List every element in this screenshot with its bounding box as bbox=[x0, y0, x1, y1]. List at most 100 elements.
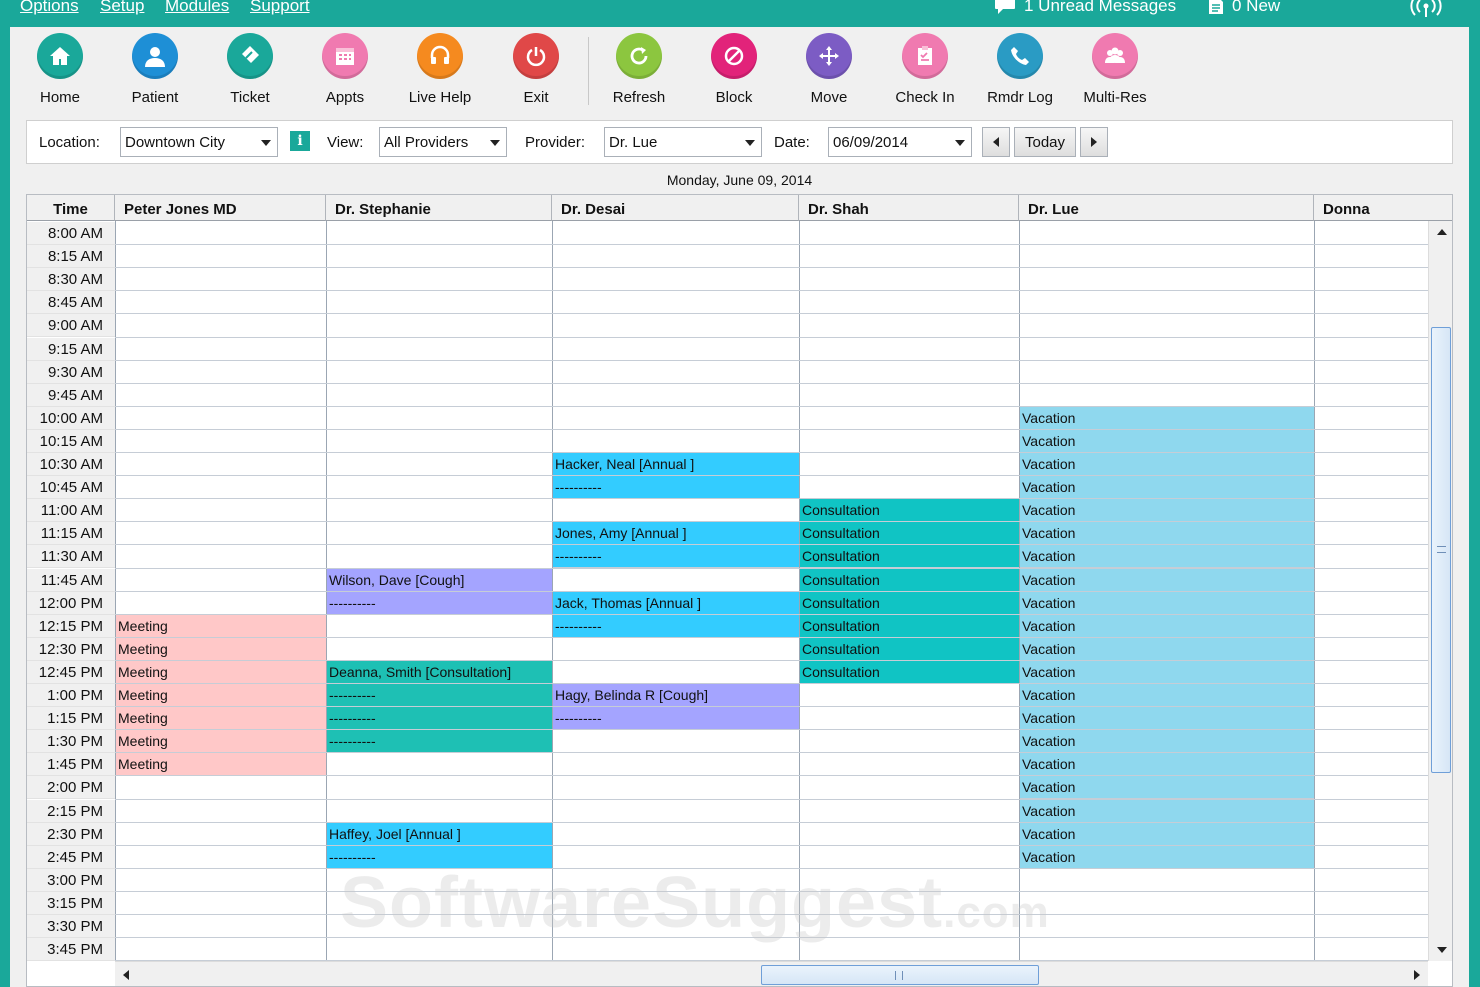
appointment-block[interactable]: Vacation bbox=[1020, 429, 1314, 453]
new-documents-link[interactable]: 0 New bbox=[1208, 0, 1280, 16]
appointment-block[interactable]: Vacation bbox=[1020, 660, 1314, 684]
appointment-block[interactable]: Meeting bbox=[116, 753, 326, 777]
appointment-block[interactable]: ---------- bbox=[553, 614, 799, 638]
time-slot-label: 10:15 AM bbox=[27, 429, 115, 453]
appointment-block[interactable]: Vacation bbox=[1020, 614, 1314, 638]
appointment-block[interactable]: ---------- bbox=[327, 684, 552, 707]
date-picker[interactable]: 06/09/2014 bbox=[828, 127, 972, 157]
appointment-block[interactable]: Consultation bbox=[800, 522, 1019, 546]
appointment-block[interactable]: Jones, Amy [Annual ] bbox=[553, 522, 799, 546]
menu-options[interactable]: Options bbox=[20, 0, 79, 16]
vertical-scroll-thumb[interactable] bbox=[1431, 327, 1451, 773]
refresh-button[interactable]: Refresh bbox=[594, 33, 684, 106]
move-icon bbox=[806, 33, 852, 79]
appointment-block[interactable]: Vacation bbox=[1020, 707, 1314, 731]
appointment-block[interactable]: Vacation bbox=[1020, 591, 1314, 615]
horizontal-scrollbar[interactable] bbox=[115, 961, 1428, 986]
appointment-block[interactable]: Vacation bbox=[1020, 476, 1314, 500]
appointment-block[interactable]: Meeting bbox=[116, 707, 326, 731]
appointment-block[interactable]: Consultation bbox=[800, 545, 1019, 569]
chat-bubble-icon bbox=[995, 0, 1015, 14]
menu-support[interactable]: Support bbox=[250, 0, 310, 16]
menu-setup[interactable]: Setup bbox=[100, 0, 144, 16]
appointment-block[interactable]: ---------- bbox=[327, 730, 552, 754]
appointment-block[interactable]: Vacation bbox=[1020, 799, 1314, 823]
menu-modules[interactable]: Modules bbox=[165, 0, 229, 16]
appointment-block[interactable]: Vacation bbox=[1020, 637, 1314, 661]
appointment-block[interactable]: Vacation bbox=[1020, 568, 1314, 592]
rmdr-log-button[interactable]: Rmdr Log bbox=[975, 33, 1065, 106]
ticket-button[interactable]: Ticket bbox=[205, 33, 295, 106]
scroll-up-icon[interactable] bbox=[1437, 229, 1447, 235]
appointment-block[interactable]: Hacker, Neal [Annual ] bbox=[553, 453, 799, 476]
appointment-block[interactable]: Consultation bbox=[800, 614, 1019, 638]
appointment-block[interactable]: Consultation bbox=[800, 637, 1019, 661]
appointment-block[interactable]: Meeting bbox=[116, 660, 326, 684]
appointment-block[interactable]: Consultation bbox=[800, 568, 1019, 592]
provider-header[interactable]: Dr. Shah bbox=[799, 195, 1019, 221]
today-button[interactable]: Today bbox=[1014, 127, 1076, 157]
appointment-block[interactable]: Deanna, Smith [Consultation] bbox=[327, 660, 552, 684]
time-slot-label: 10:00 AM bbox=[27, 406, 115, 430]
appointment-block[interactable]: Vacation bbox=[1020, 499, 1314, 523]
menu-bar: Options Setup Modules Support 1 Unread M… bbox=[0, 0, 1480, 27]
info-icon[interactable]: i bbox=[290, 131, 310, 151]
appointment-block[interactable]: Meeting bbox=[116, 684, 326, 707]
appointment-block[interactable]: ---------- bbox=[327, 707, 552, 731]
appointment-block[interactable]: Consultation bbox=[800, 591, 1019, 615]
appointment-block[interactable]: Vacation bbox=[1020, 822, 1314, 846]
provider-header[interactable]: Donna bbox=[1314, 195, 1452, 221]
home-button[interactable]: Home bbox=[15, 33, 105, 106]
provider-header[interactable]: Dr. Stephanie bbox=[326, 195, 552, 221]
patient-button[interactable]: Patient bbox=[110, 33, 200, 106]
appointment-block[interactable]: Hagy, Belinda R [Cough] bbox=[553, 684, 799, 707]
block-button[interactable]: Block bbox=[689, 33, 779, 106]
appointment-block[interactable]: Jack, Thomas [Annual ] bbox=[553, 591, 799, 615]
appointment-block[interactable]: ---------- bbox=[553, 707, 799, 731]
appointment-block[interactable]: Vacation bbox=[1020, 753, 1314, 777]
appointment-block[interactable]: Vacation bbox=[1020, 730, 1314, 754]
appointment-block[interactable]: Wilson, Dave [Cough] bbox=[327, 568, 552, 592]
chevron-down-icon bbox=[955, 140, 965, 146]
view-select[interactable]: All Providers bbox=[379, 127, 507, 157]
appointment-block[interactable]: Vacation bbox=[1020, 453, 1314, 476]
appointment-block[interactable]: Vacation bbox=[1020, 406, 1314, 430]
appointment-block[interactable]: ---------- bbox=[553, 476, 799, 500]
horizontal-scroll-thumb[interactable] bbox=[761, 965, 1039, 985]
vertical-scrollbar[interactable] bbox=[1428, 221, 1452, 961]
unread-messages-link[interactable]: 1 Unread Messages bbox=[994, 0, 1176, 16]
new-documents-text: 0 New bbox=[1232, 0, 1281, 15]
provider-header[interactable]: Dr. Lue bbox=[1019, 195, 1314, 221]
live-help-button[interactable]: Live Help bbox=[395, 33, 485, 106]
appointment-block[interactable]: Meeting bbox=[116, 730, 326, 754]
time-slot-label: 2:30 PM bbox=[27, 822, 115, 846]
provider-header[interactable]: Dr. Desai bbox=[552, 195, 799, 221]
row-divider bbox=[115, 937, 1428, 939]
appointment-block[interactable]: Vacation bbox=[1020, 684, 1314, 707]
appointment-block[interactable]: ---------- bbox=[327, 845, 552, 869]
appointment-block[interactable]: Consultation bbox=[800, 660, 1019, 684]
appointment-block[interactable]: ---------- bbox=[327, 591, 552, 615]
appointment-block[interactable]: Haffey, Joel [Annual ] bbox=[327, 822, 552, 846]
multi-res-button[interactable]: Multi-Res bbox=[1070, 33, 1160, 106]
location-select[interactable]: Downtown City bbox=[120, 127, 278, 157]
appointment-block[interactable]: Vacation bbox=[1020, 845, 1314, 869]
appointment-block[interactable]: Vacation bbox=[1020, 776, 1314, 800]
scroll-left-icon[interactable] bbox=[123, 970, 129, 980]
provider-select[interactable]: Dr. Lue bbox=[604, 127, 762, 157]
appointment-block[interactable]: ---------- bbox=[553, 545, 799, 569]
appointment-block[interactable]: Meeting bbox=[116, 614, 326, 638]
move-button[interactable]: Move bbox=[784, 33, 874, 106]
appointment-block[interactable]: Vacation bbox=[1020, 522, 1314, 546]
scroll-down-icon[interactable] bbox=[1437, 947, 1447, 953]
previous-day-button[interactable] bbox=[982, 127, 1010, 157]
appts-button[interactable]: Appts bbox=[300, 33, 390, 106]
appointment-block[interactable]: Consultation bbox=[800, 499, 1019, 523]
next-day-button[interactable] bbox=[1080, 127, 1108, 157]
check-in-button[interactable]: Check In bbox=[880, 33, 970, 106]
appointment-block[interactable]: Vacation bbox=[1020, 545, 1314, 569]
provider-header[interactable]: Peter Jones MD bbox=[115, 195, 326, 221]
exit-button[interactable]: Exit bbox=[491, 33, 581, 106]
appointment-block[interactable]: Meeting bbox=[116, 637, 326, 661]
scroll-right-icon[interactable] bbox=[1414, 970, 1420, 980]
